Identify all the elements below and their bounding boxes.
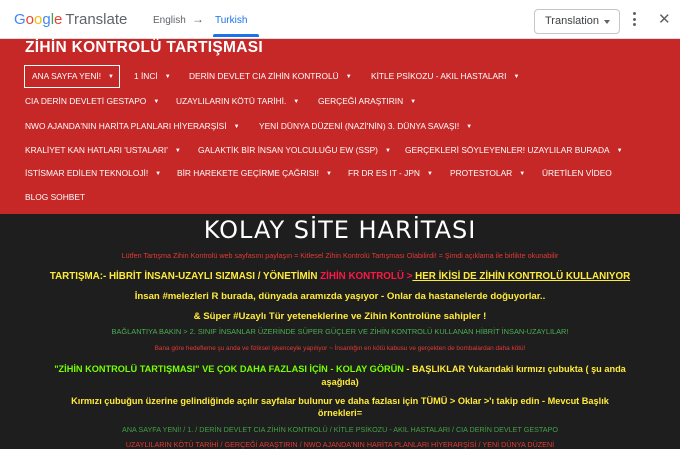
nav-item[interactable]: GERÇEĞİ ARAŞTIRIN ▼ xyxy=(318,96,416,106)
chevron-down-icon: ▼ xyxy=(513,74,520,80)
chevron-down-icon: ▼ xyxy=(233,124,240,130)
nav-item[interactable]: KİTLE PSİKOZU - AKIL HASTALARI ▼ xyxy=(371,71,519,81)
nav-item-label: DERİN DEVLET CIA ZİHİN KONTROLÜ xyxy=(189,71,339,81)
translation-mode-select[interactable]: Translation xyxy=(534,9,620,34)
google-translate-logo: Google Translate xyxy=(14,11,127,28)
chevron-down-icon: ▼ xyxy=(616,148,623,154)
google-logo-letter: g xyxy=(42,11,51,28)
nav-item-label: KRALİYET KAN HATLARI 'USTALARI' xyxy=(25,145,168,155)
text-red-bar-help: Kırmızı çubuğun üzerine gelindiğinde açı… xyxy=(71,396,609,406)
translate-logo-word: Translate xyxy=(65,11,128,28)
nav-item-label: GERÇEĞİ ARAŞTIRIN xyxy=(318,96,404,106)
headline-easy-view-part1: "ZİHİN KONTROLÜ TARTIŞMASI" VE ÇOK DAHA … xyxy=(54,364,404,374)
nav-item[interactable]: FR DR ES IT - JPN ▼ xyxy=(348,168,433,178)
site-title[interactable]: ZİHİN KONTROLÜ TARTIŞMASI xyxy=(25,39,263,57)
google-logo-letter: e xyxy=(54,11,63,28)
sitemap-links-row1[interactable]: ANA SAYFA YENİ! / 1. / DERİN DEVLET CIA … xyxy=(0,425,680,434)
nav-item-label: GERÇEKLERİ SÖYLEYENLER! UZAYLILAR BURADA xyxy=(405,145,610,155)
nav-item[interactable]: PROTESTOLAR ▼ xyxy=(450,168,525,178)
headline-easy-view: "ZİHİN KONTROLÜ TARTIŞMASI" VE ÇOK DAHA … xyxy=(0,364,680,374)
text-abilities: & Süper #Uzaylı Tür yeteneklerine ve Zih… xyxy=(193,311,487,322)
text-hybrids: İnsan #melezleri R burada, dünyada aramı… xyxy=(134,291,546,302)
sitemap-title: KOLAY SİTE HARİTASI xyxy=(203,216,477,244)
nav-item-label: GALAKTİK BİR İNSAN YOLCULUĞU EW (SSP) xyxy=(198,145,378,155)
nav-item-label: İSTİSMAR EDİLEN TEKNOLOJİ! xyxy=(25,168,149,178)
headline-hybrid-link[interactable]: HER İKİSİ DE ZİHİN KONTROLÜ KULLANIYOR xyxy=(412,271,630,282)
nav-item-label: 1 İNCİ xyxy=(134,71,158,81)
headline-hybrid: TARTIŞMA:- HİBRİT İNSAN-UZAYLI SIZMASI /… xyxy=(0,271,680,282)
chevron-down-icon: ▼ xyxy=(345,74,352,80)
chevron-down-icon: ▼ xyxy=(384,148,391,154)
nav-item[interactable]: GALAKTİK BİR İNSAN YOLCULUĞU EW (SSP) ▼ xyxy=(198,145,391,155)
chevron-down-icon: ▼ xyxy=(410,99,417,105)
nav-item[interactable]: İSTİSMAR EDİLEN TEKNOLOJİ! ▼ xyxy=(25,168,161,178)
headline-hybrid-part1: TARTIŞMA:- HİBRİT İNSAN-UZAYLI SIZMASI /… xyxy=(49,271,321,282)
nav-item[interactable]: NWO AJANDA'NIN HARİTA PLANLARI HİYERARŞİ… xyxy=(25,121,240,131)
nav-item-label: ANA SAYFA YENİ! xyxy=(32,71,102,81)
google-logo-letter: G xyxy=(14,11,26,28)
nav-item-label: FR DR ES IT - JPN xyxy=(348,168,420,178)
nav-item[interactable]: UZAYLILARIN KÖTÜ TARİHİ. ▼ xyxy=(176,96,299,106)
nav-item-label: NWO AJANDA'NIN HARİTA PLANLARI HİYERARŞİ… xyxy=(25,121,227,131)
source-language-tab[interactable]: English xyxy=(153,15,186,26)
nav-item[interactable]: GERÇEKLERİ SÖYLEYENLER! UZAYLILAR BURADA… xyxy=(405,145,623,155)
nav-item[interactable]: DERİN DEVLET CIA ZİHİN KONTROLÜ ▼ xyxy=(189,71,352,81)
translation-mode-label: Translation xyxy=(545,15,600,27)
translate-bar: Google Translate English → Turkish Transl… xyxy=(0,0,680,39)
nav-item-label: BLOG SOHBET xyxy=(25,192,86,202)
nav-item-label: YENİ DÜNYA DÜZENİ (NAZİ'NİN) 3. DÜNYA SA… xyxy=(259,121,460,131)
chevron-down-icon: ▼ xyxy=(466,124,473,130)
nav-item[interactable]: BLOG SOHBET xyxy=(25,192,85,202)
text-targeting: Bana göre hedefleme şu anda ve fiziksel … xyxy=(154,345,526,352)
nav-item[interactable]: KRALİYET KAN HATLARI 'USTALARI' ▼ xyxy=(25,145,181,155)
nav-item-label: BİR HAREKETE GEÇİRME ÇAĞRISI! xyxy=(177,168,319,178)
more-vert-icon[interactable] xyxy=(630,12,638,28)
nav-item-label: CIA DERİN DEVLETİ GESTAPO xyxy=(25,96,147,106)
google-logo-letter: o xyxy=(25,11,35,28)
arrow-right-icon: → xyxy=(192,12,204,26)
caret-down-icon xyxy=(604,20,610,24)
chevron-down-icon: ▼ xyxy=(325,171,332,177)
chevron-down-icon: ▼ xyxy=(164,74,171,80)
nav-item-label: UZAYLILARIN KÖTÜ TARİHİ. xyxy=(176,96,287,106)
share-notice: Lütfen Tartışma Zihin Kontrolü web sayfa… xyxy=(121,251,559,260)
nav-item-label: ÜRETİLEN VİDEO xyxy=(542,168,612,178)
chevron-down-icon: ▼ xyxy=(153,99,160,105)
headline-easy-view-part2: - BAŞLIKLAR Yukarıdaki kırmızı çubukta (… xyxy=(403,364,626,374)
text-red-bar-help-cont: örnekleri= xyxy=(317,408,363,418)
headline-hybrid-part2: ZİHİN KONTROLÜ > xyxy=(320,271,413,282)
nav-item[interactable]: CIA DERİN DEVLETİ GESTAPO ▼ xyxy=(25,96,159,106)
chevron-down-icon: ▼ xyxy=(108,74,114,80)
nav-item[interactable]: YENİ DÜNYA DÜZENİ (NAZİ'NİN) 3. DÜNYA SA… xyxy=(259,121,472,131)
nav-item[interactable]: 1 İNCİ ▼ xyxy=(134,71,171,81)
close-icon[interactable]: ✕ xyxy=(658,10,671,28)
google-logo-word: Google xyxy=(14,11,62,28)
target-language-tab[interactable]: Turkish xyxy=(215,15,247,26)
nav-item[interactable]: ANA SAYFA YENİ! ▼ xyxy=(32,71,114,81)
chevron-down-icon: ▼ xyxy=(155,171,162,177)
active-language-indicator xyxy=(213,34,259,37)
chevron-down-icon: ▼ xyxy=(519,171,526,177)
chevron-down-icon: ▼ xyxy=(174,148,181,154)
nav-item[interactable]: BİR HAREKETE GEÇİRME ÇAĞRISI! ▼ xyxy=(177,168,332,178)
nav-item[interactable]: ÜRETİLEN VİDEO xyxy=(542,168,612,178)
nav-item-label: PROTESTOLAR xyxy=(450,168,513,178)
chevron-down-icon: ▼ xyxy=(293,99,300,105)
headline-easy-view-cont: aşağıda) xyxy=(321,377,359,387)
nav-item-label: KİTLE PSİKOZU - AKIL HASTALARI xyxy=(371,71,507,81)
chevron-down-icon: ▼ xyxy=(426,171,433,177)
link-see-hybrids[interactable]: BAĞLANTIYA BAKIN > 2. SINIF İNSANLAR ÜZE… xyxy=(0,327,680,336)
